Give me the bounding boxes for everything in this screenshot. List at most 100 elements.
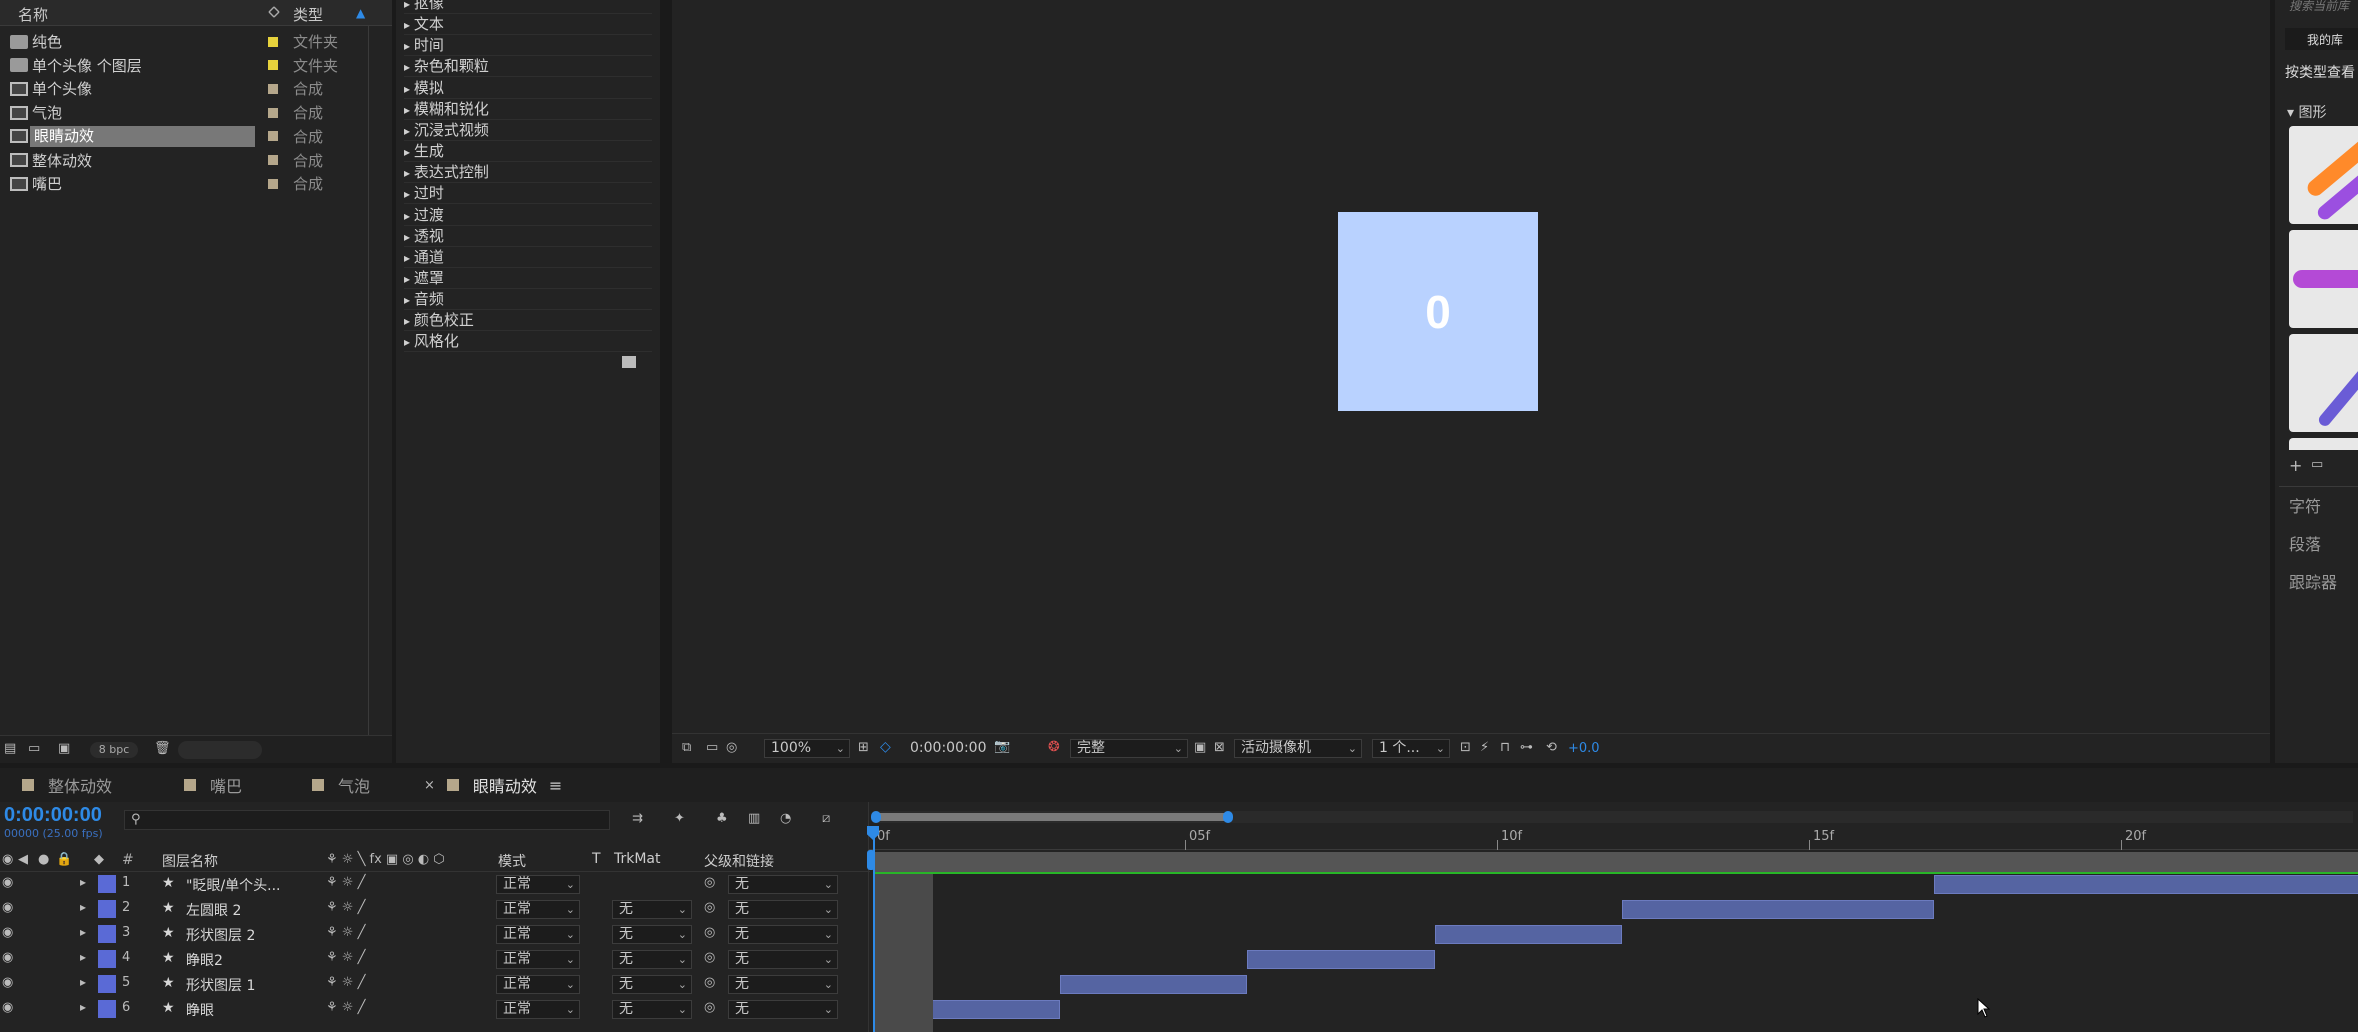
layer-label-color[interactable]	[98, 950, 116, 968]
layer-duration-bar[interactable]	[1060, 975, 1248, 994]
work-area-bar[interactable]	[873, 852, 2358, 874]
expand-arrow-icon[interactable]: ▸	[404, 60, 414, 74]
flowchart-icon[interactable]: ⊶	[1520, 740, 1533, 755]
navigator-range[interactable]	[873, 813, 1227, 821]
timeline-layer-row[interactable]: ◉ ▸ 5 ★ 形状图层 1 ⚘ ☼ ╱ 正常 ⌄ 无 ⌄ ◎ 无 ⌄	[0, 972, 870, 997]
layer-label-color[interactable]	[98, 975, 116, 993]
toggle-pixel-aspect-icon[interactable]: ⊡	[1460, 740, 1471, 755]
twirl-arrow-icon[interactable]: ▸	[80, 925, 86, 939]
motion-blur-icon[interactable]: ◔	[780, 811, 791, 826]
expand-arrow-icon[interactable]: ▸	[404, 293, 414, 307]
current-time-display[interactable]: 0:00:00:00	[4, 804, 102, 827]
title-safe-icon[interactable]: ⊞	[858, 740, 869, 755]
effect-category[interactable]: ▸ 生成	[404, 141, 652, 163]
camera-dropdown[interactable]: 活动摄像机 ⌄	[1234, 739, 1362, 758]
snapshot-icon[interactable]: 📷	[994, 739, 1010, 754]
column-name-header[interactable]: 名称	[18, 4, 48, 25]
library-graphic-3[interactable]	[2289, 334, 2358, 432]
expand-arrow-icon[interactable]: ▸	[404, 230, 414, 244]
viewer-timecode[interactable]: 0:00:00:00	[910, 740, 987, 756]
effect-category[interactable]: ▸ 通道	[404, 247, 652, 268]
eye-icon[interactable]: ◉	[2, 975, 13, 990]
lock-icon[interactable]: 🔒	[56, 852, 72, 867]
expand-arrow-icon[interactable]: ▸	[404, 335, 414, 349]
parent-dropdown[interactable]: 无 ⌄	[728, 1000, 838, 1019]
expand-arrow-icon[interactable]: ▸	[404, 314, 414, 328]
layer-label-color[interactable]	[98, 1000, 116, 1018]
expand-arrow-icon[interactable]: ▸	[404, 145, 414, 159]
project-item[interactable]: 嘴巴 合成	[0, 172, 392, 195]
label-color-swatch[interactable]	[268, 83, 278, 94]
trkmat-dropdown[interactable]: 无 ⌄	[612, 925, 692, 944]
layer-name-header[interactable]: 图层名称	[162, 851, 218, 871]
effect-category[interactable]: ▸ 颜色校正	[404, 310, 652, 332]
label-tag-icon[interactable]	[268, 6, 280, 18]
layer-duration-bar[interactable]	[1247, 950, 1435, 969]
blend-mode-dropdown[interactable]: 正常 ⌄	[496, 900, 580, 919]
layer-duration-bar[interactable]	[1434, 925, 1622, 944]
new-folder-icon[interactable]: ▭	[28, 741, 40, 756]
effect-category[interactable]: ▸ 沉浸式视频	[404, 120, 652, 141]
graph-editor-icon[interactable]: ⧄	[822, 811, 830, 826]
tab-eye-animation[interactable]: × 眼睛动效 ≡	[424, 768, 562, 802]
label-color-swatch[interactable]	[268, 36, 278, 47]
add-asset-icon[interactable]: +	[2289, 456, 2302, 475]
layer-switches-icons[interactable]: ⚘ ☼ ╱	[326, 925, 365, 940]
tab-overall-animation[interactable]: 整体动效	[22, 768, 112, 802]
label-icon[interactable]: ◆	[94, 852, 104, 867]
trkmat-dropdown[interactable]: 无 ⌄	[612, 900, 692, 919]
parent-dropdown[interactable]: 无 ⌄	[728, 900, 838, 919]
paragraph-panel-tab[interactable]: 段落	[2289, 531, 2321, 555]
view-by-type-button[interactable]: 按类型查看	[2285, 62, 2355, 82]
always-preview-icon[interactable]: ⧉	[682, 740, 691, 755]
effect-category[interactable]: ▸ 模糊和锐化	[404, 99, 652, 120]
project-search-field[interactable]	[178, 741, 262, 759]
library-graphic-2[interactable]	[2289, 230, 2358, 328]
expand-arrow-icon[interactable]: ▸	[404, 124, 414, 138]
layer-search-input[interactable]: ⚲	[124, 810, 610, 830]
pick-whip-icon[interactable]: ◎	[704, 950, 715, 965]
timeline-layer-row[interactable]: ◉ ▸ 2 ★ 左圆眼 2 ⚘ ☼ ╱ 正常 ⌄ 无 ⌄ ◎ 无 ⌄	[0, 897, 870, 922]
layer-duration-bar[interactable]	[1621, 900, 1934, 919]
pick-whip-icon[interactable]: ◎	[704, 1000, 715, 1015]
label-color-swatch[interactable]	[268, 178, 278, 189]
parent-dropdown[interactable]: 无 ⌄	[728, 925, 838, 944]
blend-mode-dropdown[interactable]: 正常 ⌄	[496, 1000, 580, 1019]
eye-icon[interactable]: ◉	[2, 1000, 13, 1015]
pick-whip-icon[interactable]: ◎	[704, 975, 715, 990]
expand-arrow-icon[interactable]: ▸	[404, 103, 414, 117]
trkmat-dropdown[interactable]: 无 ⌄	[612, 1000, 692, 1019]
view-layout-dropdown[interactable]: 1 个... ⌄	[1372, 739, 1450, 758]
timeline-icon[interactable]: ⊓	[1500, 740, 1510, 755]
label-color-swatch[interactable]	[268, 155, 278, 165]
time-ruler[interactable]: 0f 05f 10f 15f 20f	[869, 826, 2358, 850]
expand-arrow-icon[interactable]: ▸	[404, 18, 414, 32]
timeline-layer-row[interactable]: ◉ ▸ 3 ★ 形状图层 2 ⚘ ☼ ╱ 正常 ⌄ 无 ⌄ ◎ 无 ⌄	[0, 922, 870, 947]
layer-label-color[interactable]	[98, 900, 116, 918]
label-color-swatch[interactable]	[268, 131, 278, 142]
expand-arrow-icon[interactable]: ▸	[404, 39, 414, 53]
timeline-layer-row[interactable]: ◉ ▸ 4 ★ 睁眼2 ⚘ ☼ ╱ 正常 ⌄ 无 ⌄ ◎ 无 ⌄	[0, 947, 870, 972]
work-area-start-handle[interactable]	[867, 850, 875, 870]
tab-bubble[interactable]: 气泡	[312, 768, 370, 802]
bpc-button[interactable]: 8 bpc	[90, 742, 138, 758]
my-library-dropdown[interactable]: 我的库	[2285, 28, 2358, 50]
pick-whip-icon[interactable]: ◎	[704, 925, 715, 940]
twirl-arrow-icon[interactable]: ▸	[80, 900, 86, 914]
parent-dropdown[interactable]: 无 ⌄	[728, 950, 838, 969]
zoom-dropdown[interactable]: 100% ⌄	[764, 739, 850, 758]
transparency-grid-icon[interactable]: ⊠	[1214, 740, 1225, 755]
eye-icon[interactable]: ◉	[2, 950, 13, 965]
layer-duration-bar[interactable]	[1933, 875, 2358, 894]
video-toggle-icon[interactable]: ◉	[2, 852, 13, 867]
parent-dropdown[interactable]: 无 ⌄	[728, 875, 838, 894]
shy-layers-icon[interactable]: ♣	[716, 811, 728, 826]
expand-arrow-icon[interactable]: ▸	[404, 251, 414, 265]
column-type-header[interactable]: 类型	[293, 4, 323, 25]
layer-switches-icons[interactable]: ⚘ ☼ ╱	[326, 875, 365, 890]
blend-mode-dropdown[interactable]: 正常 ⌄	[496, 875, 580, 894]
project-item[interactable]: 纯色 文件夹	[0, 30, 392, 53]
new-preset-icon[interactable]	[622, 356, 636, 368]
layer-name[interactable]: 左圆眼 2	[186, 900, 241, 920]
project-item[interactable]: 单个头像 合成	[0, 77, 392, 100]
